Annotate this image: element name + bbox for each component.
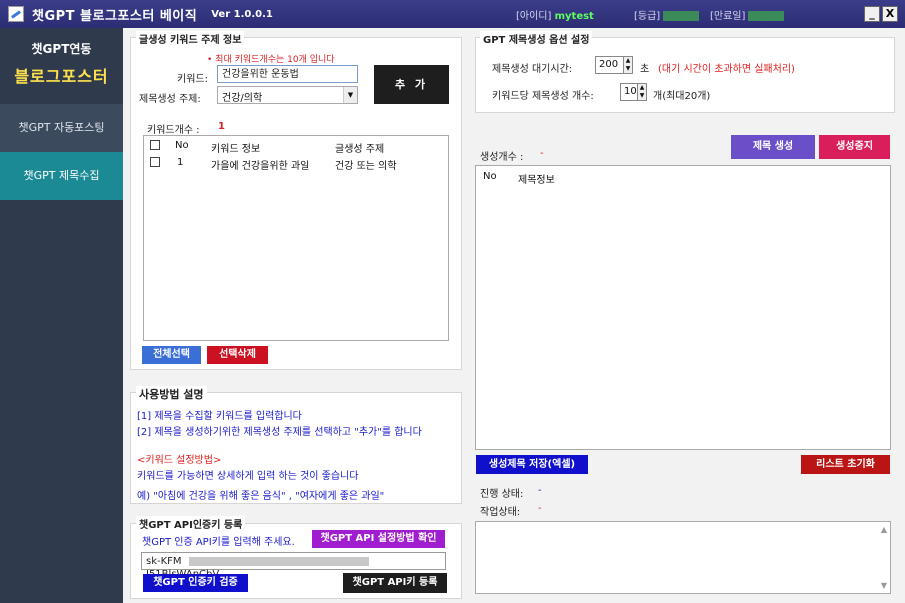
app-window: 챗GPT 블로그포스터 베이직 Ver 1.0.0.1 [아이디] mytest… (0, 0, 905, 603)
row-no: 1 (177, 157, 184, 168)
expiry-value-redacted (748, 11, 785, 21)
api-verify-button[interactable]: 챗GPT 인증키 검증 (143, 574, 248, 592)
api-guide-button[interactable]: 챗GPT API 설정방법 확인 (312, 530, 445, 548)
api-key-input[interactable]: sk-KFM J51BlsWAnCbV (141, 552, 446, 580)
api-register-button[interactable]: 챗GPT API키 등록 (343, 573, 447, 593)
delete-selected-button[interactable]: 선택삭제 (207, 346, 268, 364)
generate-title-button[interactable]: 제목 생성 (731, 135, 815, 159)
col-keyword: 키워드 정보 (211, 144, 261, 155)
keyword-count-label: 키워드개수 : (147, 125, 200, 136)
wait-time-stepper[interactable]: 200 ▲ ▼ (595, 56, 633, 74)
scroll-down-icon[interactable]: ▼ (881, 581, 887, 590)
keyword-panel-legend: 글생성 키워드 주제 정보 (136, 31, 245, 46)
app-version: Ver 1.0.0.1 (211, 8, 273, 20)
app-icon (8, 6, 24, 22)
grade-label: [등급] (634, 11, 661, 22)
col-no: No (483, 171, 497, 182)
save-titles-excel-button[interactable]: 생성제목 저장(엑셀) (476, 455, 588, 474)
stop-generation-button[interactable]: 생성중지 (819, 135, 890, 159)
topic-select[interactable]: 건강/의학 ▼ (217, 86, 358, 104)
topic-label: 제목생성 주제: (139, 94, 201, 105)
per-keyword-stepper[interactable]: 10 ▲ ▼ (620, 83, 647, 101)
per-keyword-value: 10 (624, 86, 637, 97)
sidebar-item-title-collect[interactable]: 챗GPT 제목수집 (0, 152, 123, 200)
per-keyword-label: 키워드당 제목생성 개수: (492, 91, 594, 102)
user-id-info: [아이디] mytest (516, 7, 594, 22)
spin-arrows-icon[interactable]: ▲ ▼ (623, 57, 632, 73)
wait-time-label: 제목생성 대기시간: (492, 64, 573, 75)
keyword-list-header: No 키워드 정보 글생성 주제 (144, 138, 448, 155)
max-keyword-notice: • 최대 키워드개수는 10개 입니다 (207, 55, 335, 65)
header-checkbox[interactable] (150, 140, 160, 150)
sidebar-item-auto-posting[interactable]: 챗GPT 자동포스팅 (0, 104, 123, 152)
row-checkbox[interactable] (150, 157, 160, 167)
col-no: No (175, 140, 189, 151)
title-list-header: No 제목정보 (476, 169, 890, 186)
expiry-label: [만료일] (710, 11, 746, 22)
table-row[interactable]: 1 가을에 건강을위한 과일 건강 또는 의학 (144, 155, 448, 172)
title-result-list[interactable]: No 제목정보 (475, 165, 891, 450)
work-status-value: - (538, 503, 542, 514)
gpt-options-legend: GPT 제목생성 옵션 설정 (480, 31, 593, 46)
keyword-list[interactable]: No 키워드 정보 글생성 주제 1 가을에 건강을위한 과일 건강 또는 의학 (143, 135, 449, 341)
select-all-button[interactable]: 전체선택 (142, 346, 201, 364)
topic-select-value: 건강/의학 (222, 93, 263, 104)
row-keyword: 가을에 건강을위한 과일 (211, 161, 310, 172)
progress-status-label: 진행 상태: (480, 489, 524, 500)
api-key-prompt: 챗GPT 인증 API키를 입력해 주세요. (142, 537, 295, 548)
usage-panel-legend: 사용방법 설명 (136, 386, 207, 402)
usage-tip-line2: 예) "아침에 건강을 위해 좋은 음식" , "여자에게 좋은 과일" (137, 491, 385, 502)
reset-list-button[interactable]: 리스트 초기화 (801, 455, 890, 474)
usage-line2: [2] 제목을 생성하기위한 제목생성 주제를 선택하고 "추가"를 합니다 (137, 427, 422, 438)
wait-time-unit: 초 (640, 64, 650, 75)
grade-value-redacted (663, 11, 700, 21)
generated-count-value: - (540, 148, 544, 159)
minimize-button[interactable]: _ (864, 6, 880, 22)
progress-status-value: - (538, 485, 542, 496)
expiry-info: [만료일] (710, 7, 787, 22)
sidebar-brand: 챗GPT연동 블로그포스터 (0, 28, 123, 104)
wait-time-value: 200 (599, 59, 619, 70)
keyword-input[interactable]: 건강을위한 운동법 (217, 65, 358, 83)
scroll-up-icon[interactable]: ▲ (881, 525, 887, 534)
chevron-down-icon: ▼ (343, 87, 357, 103)
app-title: 챗GPT 블로그포스터 베이직 (32, 8, 198, 24)
sidebar: 챗GPT연동 블로그포스터 챗GPT 자동포스팅 챗GPT 제목수집 (0, 28, 123, 603)
keyword-count-value: 1 (218, 121, 225, 132)
keyword-label: 키워드: (177, 74, 208, 85)
api-key-redacted (188, 556, 369, 566)
user-id-label: [아이디] (516, 11, 552, 22)
api-panel-legend: 챗GPT API인증키 등록 (136, 516, 246, 531)
close-button[interactable]: X (882, 6, 898, 22)
brand-line2: 블로그포스터 (14, 67, 109, 86)
generated-count-label: 생성개수 : (480, 152, 524, 163)
grade-info: [등급] (634, 7, 702, 22)
usage-tip-line1: 키워드를 가능하면 상세하게 입력 하는 것이 좋습니다 (137, 471, 359, 482)
col-title-info: 제목정보 (518, 175, 555, 186)
row-topic: 건강 또는 의학 (335, 161, 397, 172)
api-key-prefix: sk-KFM (146, 556, 182, 567)
brand-line1: 챗GPT연동 (31, 42, 92, 56)
wait-time-note: (대기 시간이 초과하면 실패처리) (658, 64, 795, 75)
user-id-value: mytest (554, 11, 594, 22)
log-textbox[interactable]: ▲ ▼ (475, 521, 891, 594)
work-status-label: 작업상태: (480, 507, 521, 518)
per-keyword-note: 개(최대20개) (653, 91, 711, 102)
add-keyword-button[interactable]: 추 가 (374, 65, 449, 104)
col-topic: 글생성 주제 (335, 144, 385, 155)
usage-tip-title: <키워드 설정방법> (137, 455, 222, 466)
spin-arrows-icon[interactable]: ▲ ▼ (637, 84, 646, 100)
usage-line1: [1] 제목을 수집할 키워드를 입력합니다 (137, 411, 302, 422)
title-bar: 챗GPT 블로그포스터 베이직 Ver 1.0.0.1 [아이디] mytest… (0, 0, 905, 28)
